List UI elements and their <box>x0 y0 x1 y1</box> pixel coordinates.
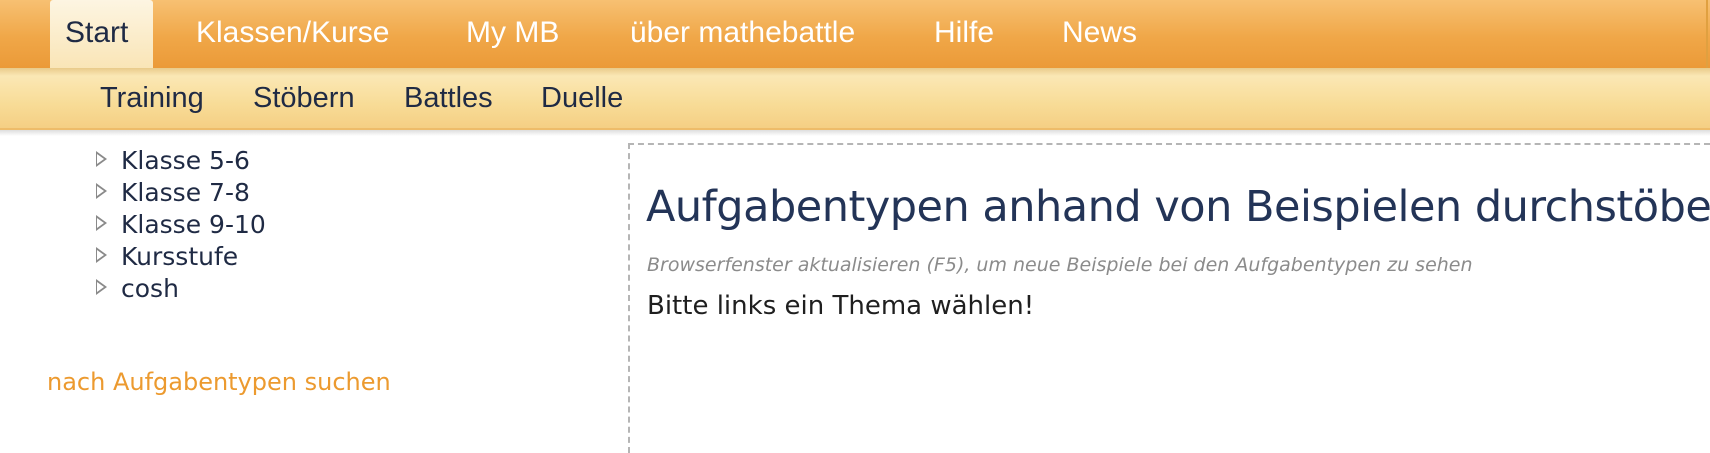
sub-navigation: Training Stöbern Battles Duelle <box>0 68 1710 130</box>
tab-my-mb[interactable]: My MB <box>466 0 559 68</box>
tree-node-label: Klasse 9-10 <box>121 210 266 239</box>
subnav-item-battles[interactable]: Battles <box>404 68 493 128</box>
topic-tree: Klasse 5-6 Klasse 7-8 Klasse 9-10 Kursst… <box>96 145 266 305</box>
subnav-item-training[interactable]: Training <box>100 68 204 128</box>
triangle-right-icon[interactable] <box>96 279 107 295</box>
tree-node-klasse-7-8[interactable]: Klasse 7-8 <box>96 177 266 209</box>
tab-klassen-kurse[interactable]: Klassen/Kurse <box>196 0 389 68</box>
tree-node-klasse-5-6[interactable]: Klasse 5-6 <box>96 145 266 177</box>
tree-node-cosh[interactable]: cosh <box>96 273 266 305</box>
refresh-hint: Browserfenster aktualisieren (F5), um ne… <box>647 254 1473 276</box>
triangle-right-icon[interactable] <box>96 183 107 199</box>
tree-node-label: Kursstufe <box>121 242 239 271</box>
header-shadow <box>0 130 1710 136</box>
search-task-types-link[interactable]: nach Aufgabentypen suchen <box>47 368 391 396</box>
tab-news[interactable]: News <box>1062 0 1137 68</box>
tree-node-label: Klasse 5-6 <box>121 146 250 175</box>
tree-node-klasse-9-10[interactable]: Klasse 9-10 <box>96 209 266 241</box>
triangle-right-icon[interactable] <box>96 151 107 167</box>
tab-start[interactable]: Start <box>50 0 153 72</box>
tab-ueber-mathebattle[interactable]: über mathebattle <box>630 0 855 68</box>
tab-hilfe[interactable]: Hilfe <box>934 0 994 68</box>
triangle-right-icon[interactable] <box>96 215 107 231</box>
main-content: Aufgabentypen anhand von Beispielen durc… <box>628 143 1710 453</box>
page-title: Aufgabentypen anhand von Beispielen durc… <box>646 182 1710 232</box>
tree-node-kursstufe[interactable]: Kursstufe <box>96 241 266 273</box>
tree-node-label: cosh <box>121 274 179 303</box>
tree-node-label: Klasse 7-8 <box>121 178 250 207</box>
triangle-right-icon[interactable] <box>96 247 107 263</box>
main-navigation: Start Klassen/Kurse My MB über mathebatt… <box>0 0 1710 72</box>
subnav-item-duelle[interactable]: Duelle <box>541 68 623 128</box>
subnav-item-stoebern[interactable]: Stöbern <box>253 68 355 128</box>
choose-topic-prompt: Bitte links ein Thema wählen! <box>647 291 1035 321</box>
